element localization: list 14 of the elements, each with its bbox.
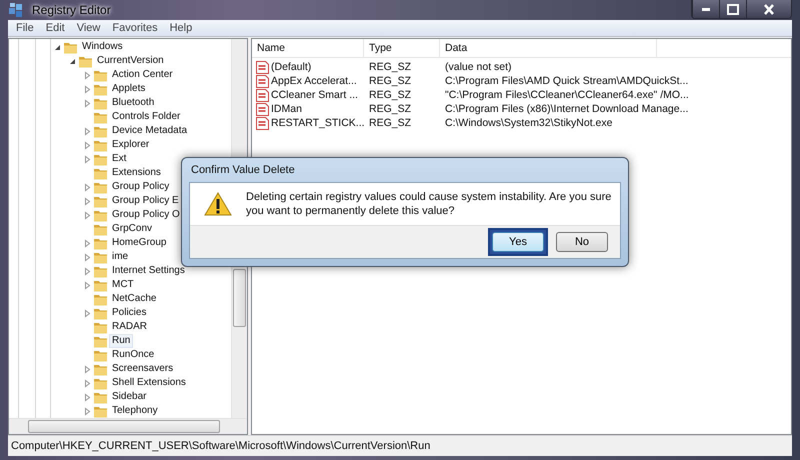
- value-data: C:\Program Files\AMD Quick Stream\AMDQuickSt...: [444, 75, 688, 87]
- value-type: REG_SZ: [368, 117, 412, 129]
- value-type: REG_SZ: [368, 103, 412, 115]
- dialog-title: Confirm Value Delete: [191, 164, 295, 176]
- dialog-message: Deleting certain registry values could cause system instability. Are you sure you want to permanently delete this value?: [246, 190, 612, 218]
- value-data: "C:\Program Files\CCleaner\CCleaner64.exe" /MO...: [444, 89, 689, 101]
- value-data: C:\Program Files (x86)\Internet Download Manage...: [444, 103, 688, 115]
- value-type: REG_SZ: [368, 89, 412, 101]
- value-type: REG_SZ: [368, 75, 412, 87]
- window-title: Registry Editor: [31, 3, 112, 17]
- value-type: REG_SZ: [368, 61, 412, 73]
- status-path: Computer\HKEY_CURRENT_USER\Software\Microsoft\Windows\CurrentVersion\Run: [11, 440, 430, 452]
- value-data: C:\Windows\System32\StikyNot.exe: [444, 117, 612, 129]
- value-data: (value not set): [444, 61, 512, 73]
